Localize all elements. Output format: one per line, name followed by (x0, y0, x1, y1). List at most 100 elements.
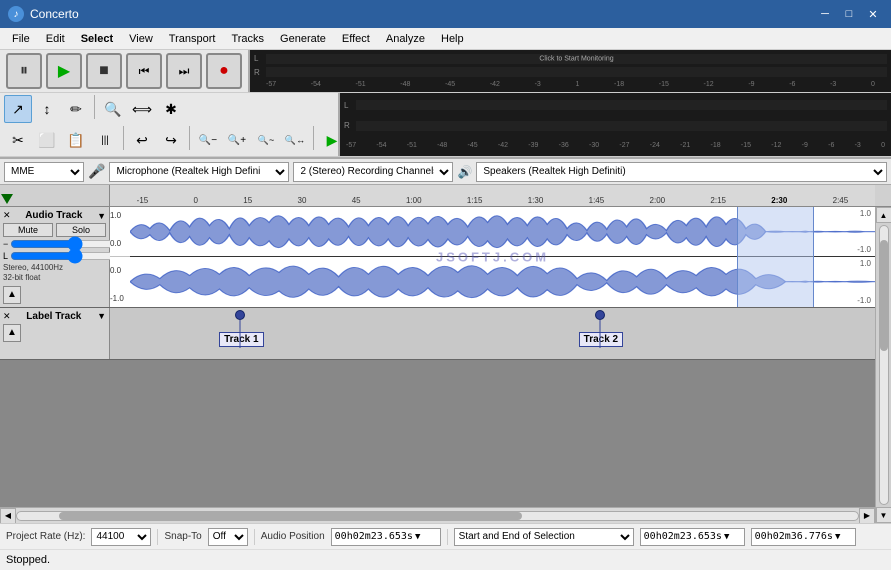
channels-select[interactable]: 2 (Stereo) Recording Channels (293, 162, 453, 182)
undo-button[interactable]: ↩ (128, 126, 156, 154)
track-dropdown-btn[interactable]: ▼ (97, 211, 106, 221)
zoom-in-button[interactable]: 🔍+ (223, 126, 251, 154)
menu-edit[interactable]: Edit (38, 31, 73, 47)
multi-tool-button[interactable]: ✱ (157, 95, 185, 123)
app-icon: ♪ (8, 6, 24, 22)
maximize-button[interactable]: □ (839, 4, 859, 24)
position-dropdown-btn[interactable]: ▼ (415, 532, 420, 542)
menu-help[interactable]: Help (433, 31, 472, 47)
vu-meter-l-top[interactable]: Click to Start Monitoring (266, 54, 887, 64)
trim-button[interactable]: ||| (91, 126, 119, 154)
h-scroll-track[interactable] (16, 511, 859, 521)
mute-button[interactable]: Mute (3, 223, 53, 237)
label-text-1: Track 1 (219, 332, 263, 347)
main-area: ✕ Audio Track ▼ Mute Solo − + L (0, 207, 891, 523)
waveform-channel-bottom: 1.0 -1.0 (110, 257, 875, 306)
pause-button[interactable]: ⏸ (6, 53, 42, 89)
draw-tool-button[interactable]: ✏ (62, 95, 90, 123)
toolbar-sep2 (123, 126, 124, 150)
ruler-mark: 1:30 (528, 196, 544, 205)
redo-button[interactable]: ↪ (157, 126, 185, 154)
ruler-mark: 15 (243, 196, 252, 205)
waveform-area[interactable]: 1.0 0.0 0.0 -1.0 JSOFTJ.COM (110, 207, 875, 307)
menu-transport[interactable]: Transport (161, 31, 224, 47)
zoom-fit-button[interactable]: 🔍↔ (281, 126, 309, 154)
prev-button[interactable]: ⏮ (126, 53, 162, 89)
label-marker-2[interactable]: Track 2 (577, 310, 623, 347)
vu-meter-r-top[interactable] (266, 67, 887, 77)
selection-type-select[interactable]: Start and End of Selection (454, 528, 634, 546)
selection-start-display: 00h02m23.653s ▼ (640, 528, 745, 546)
marker-dot-2 (595, 310, 605, 320)
label-track: ✕ Label Track ▼ ▲ Track 1 (0, 308, 875, 360)
ruler-mark: 2:45 (833, 196, 849, 205)
v-scroll-thumb[interactable] (880, 240, 888, 351)
label-track-close-btn[interactable]: ✕ (3, 311, 11, 322)
microphone-icon: 🎤 (88, 163, 105, 180)
copy-button[interactable]: ⬜ (33, 126, 61, 154)
project-rate-label: Project Rate (Hz): (6, 531, 85, 542)
interface-select[interactable]: MME (4, 162, 84, 182)
close-button[interactable]: ✕ (863, 4, 883, 24)
menu-generate[interactable]: Generate (272, 31, 334, 47)
toolbar-sep1 (94, 95, 95, 119)
label-track-expand-btn[interactable]: ▲ (3, 324, 21, 342)
next-button[interactable]: ⏭ (166, 53, 202, 89)
label-marker-1[interactable]: Track 1 (217, 310, 263, 347)
menu-analyze[interactable]: Analyze (378, 31, 433, 47)
stop-button[interactable]: ■ (86, 53, 122, 89)
v-scroll-track[interactable] (879, 225, 889, 505)
menu-view[interactable]: View (121, 31, 161, 47)
sel-start-dropdown-btn[interactable]: ▼ (724, 532, 729, 542)
timeshift-tool-button[interactable]: ⟺ (128, 95, 156, 123)
vline1 (157, 529, 158, 545)
selection-end-display: 00h02m36.776s ▼ (751, 528, 856, 546)
label-track-dropdown-btn[interactable]: ▼ (97, 311, 106, 321)
vu-meter-r-bottom (356, 121, 887, 131)
zoom-tool-button[interactable]: 🔍 (99, 95, 127, 123)
zoom-out-button[interactable]: 🔍− (194, 126, 222, 154)
track-title: Audio Track (25, 210, 82, 221)
project-rate-select[interactable]: 44100 (91, 528, 151, 546)
minimize-button[interactable]: ─ (815, 4, 835, 24)
waveform-svg-top (130, 207, 875, 256)
ruler-mark: 1:45 (589, 196, 605, 205)
output-device-select[interactable]: Speakers (Realtek High Definiti) (476, 162, 887, 182)
vline3 (447, 529, 448, 545)
zoom-sel-button[interactable]: 🔍~ (252, 126, 280, 154)
solo-button[interactable]: Solo (56, 223, 106, 237)
scroll-left-btn[interactable]: ◀ (0, 508, 16, 524)
menu-tracks[interactable]: Tracks (223, 31, 272, 47)
scroll-up-btn[interactable]: ▲ (876, 207, 891, 223)
app-title: Concerto (30, 7, 815, 21)
scroll-down-btn[interactable]: ▼ (876, 507, 891, 523)
menu-file[interactable]: File (4, 31, 38, 47)
audio-position-display: 00h02m23.653s ▼ (331, 528, 441, 546)
sel-start-time: 00h02m23.653s (644, 531, 722, 542)
snap-to-select[interactable]: Off (208, 528, 248, 546)
cut-button[interactable]: ✂ (4, 126, 32, 154)
sel-end-dropdown-btn[interactable]: ▼ (835, 532, 840, 542)
v-scrollbar: ▲ ▼ (875, 207, 891, 523)
track-expand-btn[interactable]: ▲ (3, 286, 21, 304)
scale-neg-1-0-top: -1.0 (857, 245, 871, 254)
window-controls: ─ □ ✕ (815, 4, 883, 24)
menu-select[interactable]: Select (73, 31, 121, 47)
menu-effect[interactable]: Effect (334, 31, 378, 47)
h-scrollbar: ◀ ▶ (0, 507, 875, 523)
mic-device-select[interactable]: Microphone (Realtek High Defini (109, 162, 289, 182)
track-info: Stereo, 44100Hz 32-bit float (3, 263, 106, 284)
audio-position-label: Audio Position (261, 531, 325, 542)
h-scroll-thumb[interactable] (59, 512, 522, 520)
device-toolbar: MME 🎤 Microphone (Realtek High Defini 2 … (0, 159, 891, 185)
track-close-btn[interactable]: ✕ (3, 210, 11, 221)
paste-button[interactable]: 📋 (62, 126, 90, 154)
record-button[interactable]: ● (206, 53, 242, 89)
app: ♪ Concerto ─ □ ✕ File Edit Select View T… (0, 0, 891, 570)
waveform-svg-bottom (130, 257, 875, 306)
play-button[interactable]: ▶ (46, 53, 82, 89)
ruler-mark: 1:15 (467, 196, 483, 205)
select-tool-button[interactable]: ↗ (4, 95, 32, 123)
scroll-right-btn[interactable]: ▶ (859, 508, 875, 524)
envelope-tool-button[interactable]: ↕ (33, 95, 61, 123)
